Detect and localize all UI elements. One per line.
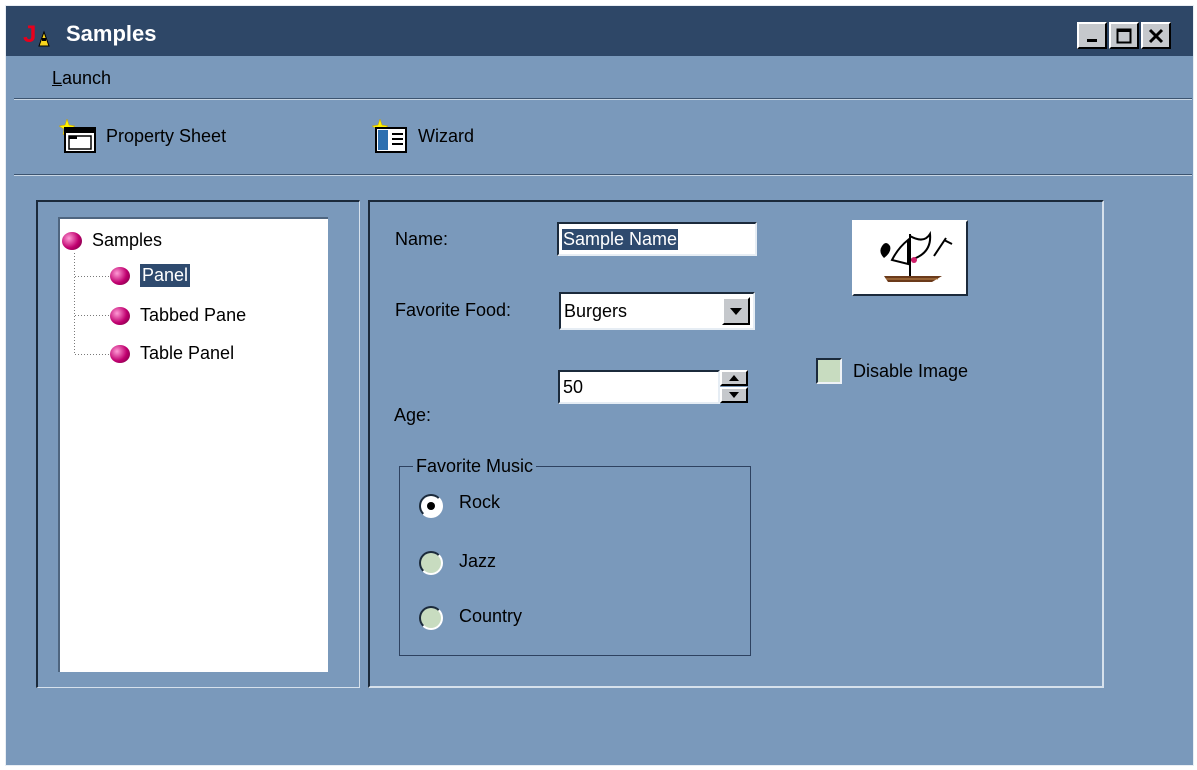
svg-text:J: J [23,21,36,48]
tree-node-icon [110,306,130,325]
disable-image-checkbox[interactable] [816,358,842,384]
java-logo-icon: J [23,21,50,48]
radio-country-label: Country [459,606,523,626]
maximize-icon [1116,28,1132,43]
image-button[interactable] [852,220,968,296]
age-spinner-field[interactable]: 50 [558,370,720,404]
radio-jazz-label: Jazz [459,551,497,571]
chevron-down-icon [730,308,742,315]
wizard-button[interactable]: Wizard [372,116,474,156]
sailboat-picture-icon [880,230,953,282]
arrow-down-icon [729,392,739,398]
radio-jazz[interactable] [419,551,443,575]
favorite-music-legend: Favorite Music [413,456,537,477]
maximize-button[interactable] [1109,22,1139,49]
close-button[interactable] [1141,22,1171,49]
property-sheet-icon [58,118,96,153]
tree-node-panel[interactable]: Panel [110,264,191,287]
radio-rock-label: Rock [459,492,501,512]
age-decrement-button[interactable] [720,387,748,403]
disable-image-label: Disable Image [853,361,969,381]
property-sheet-button[interactable]: Property Sheet [58,116,226,156]
close-icon [1148,28,1164,43]
samples-tree[interactable]: Samples Panel Tabbed Pane Table Panel [58,217,328,672]
radio-selected-dot [427,502,435,510]
tree-node-icon [110,344,130,363]
menu-bar: Launch [6,56,1193,96]
age-increment-button[interactable] [720,370,748,386]
favorite-music-group [399,466,751,656]
title-bar: J Samples [6,6,1193,56]
food-dropdown-button[interactable] [722,297,750,325]
name-label: Name: [395,229,449,249]
age-label: Age: [394,405,432,425]
tree-node-tabbed-pane[interactable]: Tabbed Pane [110,305,246,326]
toolbar-separator [14,174,1192,176]
menu-launch[interactable]: Launch [52,68,111,89]
radio-country[interactable] [419,606,443,630]
tree-node-icon [110,266,130,285]
window-title: Samples [66,21,157,46]
radio-rock[interactable] [419,494,443,518]
minimize-button[interactable] [1077,22,1107,49]
name-field[interactable]: Sample Name [557,222,757,256]
favorite-food-label: Favorite Food: [395,300,512,320]
tree-node-table-panel[interactable]: Table Panel [110,343,234,364]
menu-separator [14,98,1192,100]
tree-node-samples[interactable]: Samples [62,230,162,251]
arrow-up-icon [729,375,739,381]
wizard-icon [372,118,407,153]
minimize-icon [1087,38,1097,42]
tree-node-icon [62,231,82,250]
